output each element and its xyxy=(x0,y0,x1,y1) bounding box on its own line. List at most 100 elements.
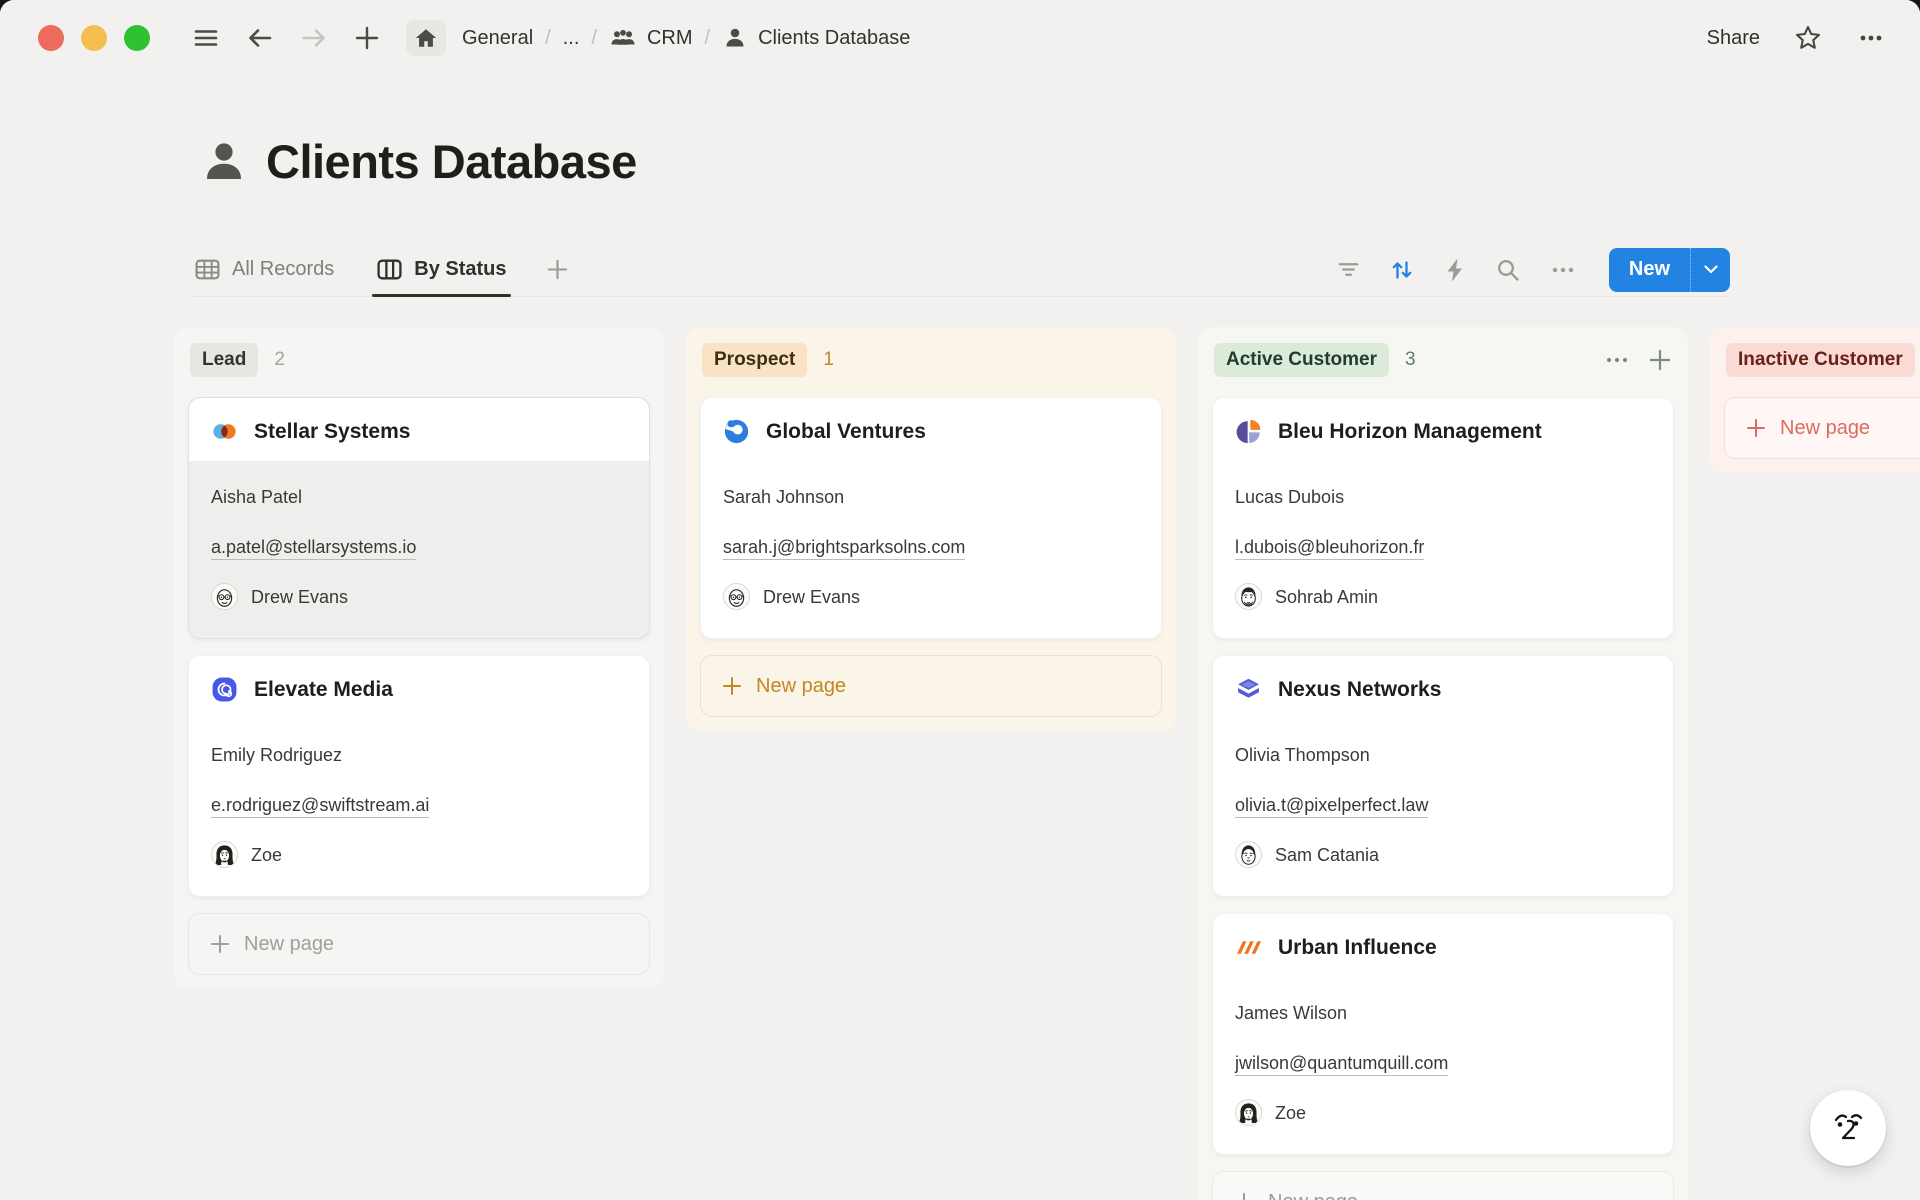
new-page-button-prospect[interactable]: New page xyxy=(700,655,1162,717)
card-stellar-systems[interactable]: Stellar Systems Aisha Patel a.patel@stel… xyxy=(188,397,650,639)
card-title-row: Bleu Horizon Management xyxy=(1213,398,1673,461)
automations-button[interactable] xyxy=(1443,257,1467,283)
new-page-label: New page xyxy=(244,933,334,956)
notion-window: General / ... / CRM / Clients Database S… xyxy=(0,0,1920,1200)
breadcrumb-separator: / xyxy=(705,27,711,50)
card-title: Stellar Systems xyxy=(254,420,410,444)
views-toolbar: All Records By Status xyxy=(190,243,1730,297)
back-button[interactable] xyxy=(246,24,274,52)
new-page-button-lead[interactable]: New page xyxy=(188,913,650,975)
search-button[interactable] xyxy=(1495,257,1521,283)
arrow-left-icon xyxy=(246,24,274,52)
column-count: 3 xyxy=(1405,349,1416,371)
new-tab-button[interactable] xyxy=(354,25,380,51)
card-bleu-horizon-management[interactable]: Bleu Horizon Management Lucas Dubois l.d… xyxy=(1212,397,1674,639)
status-pill-prospect[interactable]: Prospect xyxy=(702,343,807,377)
sort-button[interactable] xyxy=(1389,257,1415,283)
filter-icon xyxy=(1336,257,1361,282)
plus-icon xyxy=(209,933,231,955)
new-page-button-active[interactable]: New page xyxy=(1212,1171,1674,1200)
new-page-button-inactive[interactable]: New page xyxy=(1724,397,1920,459)
column-count: 2 xyxy=(274,349,285,371)
avatar-zoe xyxy=(1235,1099,1262,1126)
minimize-button[interactable] xyxy=(81,25,107,51)
zoom-button[interactable] xyxy=(124,25,150,51)
plus-icon xyxy=(1745,417,1767,439)
close-button[interactable] xyxy=(38,25,64,51)
contact-email[interactable]: sarah.j@brightsparksolns.com xyxy=(701,535,1161,559)
plus-icon xyxy=(1233,1191,1255,1200)
stacked-layers-icon xyxy=(1235,676,1262,703)
view-more-button[interactable] xyxy=(1549,257,1577,283)
new-record-dropdown[interactable] xyxy=(1690,248,1730,292)
person-icon xyxy=(722,25,748,51)
contact-name: Sarah Johnson xyxy=(701,485,1161,509)
topbar-actions: Share xyxy=(1707,24,1886,52)
new-page-label: New page xyxy=(1780,417,1870,440)
window-controls xyxy=(38,25,150,51)
share-button[interactable]: Share xyxy=(1707,27,1760,50)
avatar-sohrab-amin xyxy=(1235,583,1262,610)
owner-row: Zoe xyxy=(1213,1099,1673,1154)
forward-button[interactable] xyxy=(300,24,328,52)
card-nexus-networks[interactable]: Nexus Networks Olivia Thompson olivia.t@… xyxy=(1212,655,1674,897)
breadcrumb-crm[interactable]: CRM xyxy=(609,24,693,52)
avatar-drew-evans xyxy=(211,583,238,610)
star-icon xyxy=(1794,24,1822,52)
card-title: Elevate Media xyxy=(254,678,393,702)
board-column-prospect: Prospect 1 Global Ventures Sarah Johnson… xyxy=(686,327,1176,731)
card-global-ventures[interactable]: Global Ventures Sarah Johnson sarah.j@br… xyxy=(700,397,1162,639)
breadcrumb-general[interactable]: General xyxy=(462,27,533,50)
search-icon xyxy=(1495,257,1521,283)
card-title: Bleu Horizon Management xyxy=(1278,420,1542,444)
tab-label: All Records xyxy=(232,258,334,281)
tab-all-records[interactable]: All Records xyxy=(190,243,338,296)
status-pill-lead[interactable]: Lead xyxy=(190,343,258,377)
kanban-board: Lead 2 Stellar Systems Aisha Patel a.pat… xyxy=(174,327,1920,1200)
contact-name: Olivia Thompson xyxy=(1213,743,1673,767)
table-view-icon xyxy=(194,256,221,283)
lightning-icon xyxy=(1443,257,1467,283)
page-header: Clients Database xyxy=(198,134,1920,189)
breadcrumb-clients-database[interactable]: Clients Database xyxy=(722,25,910,51)
owner-name: Zoe xyxy=(1275,1101,1306,1125)
contact-email[interactable]: a.patel@stellarsystems.io xyxy=(189,535,649,559)
column-header-active-customer: Active Customer 3 xyxy=(1212,341,1674,379)
contact-email[interactable]: l.dubois@bleuhorizon.fr xyxy=(1213,535,1673,559)
column-more-button[interactable] xyxy=(1604,348,1630,372)
favorite-button[interactable] xyxy=(1794,24,1822,52)
page-title: Clients Database xyxy=(266,134,637,189)
column-add-card-button[interactable] xyxy=(1648,348,1672,372)
board-view-icon xyxy=(376,256,403,283)
contact-name: Lucas Dubois xyxy=(1213,485,1673,509)
card-title: Nexus Networks xyxy=(1278,678,1441,702)
column-count: 1 xyxy=(823,349,834,371)
breadcrumb-ellipsis[interactable]: ... xyxy=(563,27,580,50)
home-button[interactable] xyxy=(406,20,446,56)
window-more-button[interactable] xyxy=(1856,24,1886,52)
people-icon xyxy=(609,24,637,52)
card-title-row: Urban Influence xyxy=(1213,914,1673,977)
card-title-row: Nexus Networks xyxy=(1213,656,1673,719)
card-urban-influence[interactable]: Urban Influence James Wilson jwilson@qua… xyxy=(1212,913,1674,1155)
add-view-button[interactable] xyxy=(545,243,570,296)
card-title-row: Stellar Systems xyxy=(189,398,649,461)
orange-stripes-icon xyxy=(1235,934,1262,961)
column-header-inactive-customer: Inactive Customer xyxy=(1724,341,1920,379)
quarter-circles-icon xyxy=(1235,418,1262,445)
contact-email[interactable]: e.rodriguez@swiftstream.ai xyxy=(189,793,649,817)
new-record-button[interactable]: New xyxy=(1609,248,1690,292)
status-pill-active-customer[interactable]: Active Customer xyxy=(1214,343,1389,377)
card-elevate-media[interactable]: Elevate Media Emily Rodriguez e.rodrigue… xyxy=(188,655,650,897)
sidebar-toggle-button[interactable] xyxy=(192,24,220,52)
new-record-split-button[interactable]: New xyxy=(1609,248,1730,292)
contact-email[interactable]: olivia.t@pixelperfect.law xyxy=(1213,793,1673,817)
status-pill-inactive-customer[interactable]: Inactive Customer xyxy=(1726,343,1915,377)
new-page-label: New page xyxy=(1268,1191,1358,1200)
tab-by-status[interactable]: By Status xyxy=(372,243,510,296)
hamburger-icon xyxy=(192,24,220,52)
contact-email[interactable]: jwilson@quantumquill.com xyxy=(1213,1051,1673,1075)
filter-button[interactable] xyxy=(1336,257,1361,282)
avatar-zoe xyxy=(211,841,238,868)
floating-face-button[interactable] xyxy=(1810,1090,1886,1166)
